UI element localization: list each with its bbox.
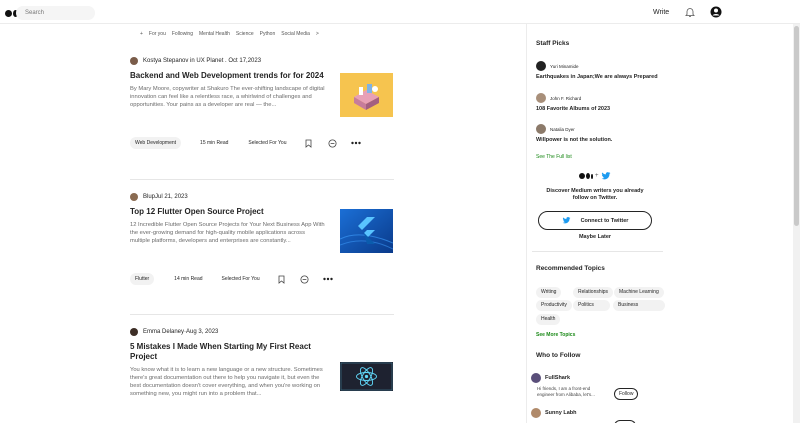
follow-name[interactable]: Sunny Labh [545,410,576,416]
author-avatar [531,373,541,383]
article-title[interactable]: 5 Mistakes I Made When Starting My First… [130,342,320,362]
twitter-icon [601,172,610,180]
article-title[interactable]: Backend and Web Development trends for f… [130,71,330,81]
tab-mental-health[interactable]: Mental Health [199,31,230,37]
article-excerpt: By Mary Moore, copywriter at Shakuro The… [130,86,325,108]
author-avatar [531,408,541,418]
user-avatar-icon[interactable] [710,6,722,18]
article-divider [130,179,394,180]
pick-title[interactable]: 108 Favorite Albums of 2023 [536,106,610,112]
write-button[interactable]: Write [653,9,669,16]
article-thumbnail[interactable] [340,362,393,391]
tab-for-you[interactable]: For you [149,31,166,37]
topic-tabs: + For you Following Mental Health Scienc… [140,31,319,37]
sidebar-divider [526,24,527,423]
article-author[interactable]: BlupJul 21, 2023 [143,194,188,200]
article-author[interactable]: Emma Delaney·Aug 3, 2023 [143,329,218,335]
connect-twitter-label: Connect to Twitter [580,217,629,224]
pick-author-name[interactable]: Natalia Dyer [550,127,575,132]
scrollbar[interactable] [793,24,800,423]
tab-following[interactable]: Following [172,31,193,37]
article-thumbnail[interactable] [340,73,393,117]
who-to-follow-heading: Who to Follow [536,352,581,359]
follow-suggestion[interactable]: Sunny Labh [531,408,576,418]
tab-next[interactable]: > [316,31,319,37]
more-icon[interactable] [322,274,333,284]
connect-twitter-button[interactable]: Connect to Twitter [538,211,652,230]
tab-social-media[interactable]: Social Media [281,31,310,37]
discover-text: Discover Medium writers you already foll… [538,188,652,202]
follow-name[interactable]: FullShark [545,375,570,381]
bookmark-icon[interactable] [304,138,314,148]
author-avatar [536,124,546,134]
pick-title[interactable]: Willpower is not the solution. [536,137,612,143]
article-divider [130,314,394,315]
pick-title[interactable]: Earthquakes in Japan;We are always Prepa… [536,74,658,80]
staff-pick[interactable]: Yuri Minamide Earthquakes in Japan;We ar… [536,61,658,80]
read-time: 15 min Read [200,140,229,146]
topic-chip[interactable]: Business [613,300,665,311]
article-title[interactable]: Top 12 Flutter Open Source Project [130,207,330,217]
follow-bio: Hi friends, I am a front-end engineer fr… [537,386,595,398]
selected-label: Selected For You [248,140,287,146]
maybe-later-button[interactable]: Maybe Later [538,234,652,240]
medium-logo-small [579,173,593,179]
bookmark-icon[interactable] [277,274,287,284]
topic-chip[interactable]: Writing [536,287,562,298]
tab-python[interactable]: Python [260,31,276,37]
staff-picks-heading: Staff Picks [536,40,570,47]
tag-chip[interactable]: Web Development [130,137,182,149]
topic-chip[interactable]: Machine Learning [614,287,664,298]
article-card[interactable]: Emma Delaney·Aug 3, 2023 5 Mistakes I Ma… [130,327,394,423]
pick-author-name[interactable]: John F. Richard [550,96,581,101]
article-actions: Flutter 14 min Read Selected For You [130,273,333,285]
topic-chip[interactable]: Health [536,314,561,325]
author-avatar [130,56,138,65]
article-meta: BlupJul 21, 2023 [130,192,394,201]
follow-bio-line-2: engineer from Alibaba, let's... [537,392,595,397]
article-excerpt: 12 Incredible Flutter Open Source Projec… [130,222,325,244]
follow-button[interactable]: Follow [614,388,639,400]
author-avatar [536,61,546,71]
tab-add[interactable]: + [140,31,143,37]
article-card[interactable]: BlupJul 21, 2023 Top 12 Flutter Open Sou… [130,192,394,282]
topic-chip[interactable]: Politics [573,300,610,311]
more-icon[interactable] [350,138,361,148]
search-placeholder: Search [25,10,45,16]
top-bar: Search Write [0,0,800,24]
article-meta: Kostya Stepanov in UX Planet . Oct 17,20… [130,56,394,65]
search-input[interactable]: Search [16,6,95,20]
discover-line-1: Discover Medium writers you already [546,188,644,194]
author-avatar [130,192,138,201]
tab-science[interactable]: Science [236,31,254,37]
staff-pick[interactable]: John F. Richard 108 Favorite Albums of 2… [536,93,610,112]
author-avatar [536,93,546,103]
selected-label: Selected For You [221,276,260,282]
article-actions: Web Development 15 min Read Selected For… [130,137,361,149]
scrollbar-thumb[interactable] [794,26,799,226]
pick-author-name[interactable]: Yuri Minamide [550,64,579,69]
article-author[interactable]: Kostya Stepanov in UX Planet . Oct 17,20… [143,58,261,64]
twitter-icon [562,217,570,224]
follow-suggestion[interactable]: FullShark Hi friends, I am a front-end e… [531,373,595,398]
show-less-icon[interactable] [300,274,310,284]
read-time: 14 min Read [174,276,203,282]
topic-chip[interactable]: Relationships [573,287,614,298]
see-full-list-link[interactable]: See The Full list [536,154,572,160]
topic-chip[interactable]: Productivity [536,300,572,311]
see-more-topics-link[interactable]: See More Topics [536,332,575,338]
staff-pick[interactable]: Natalia Dyer Willpower is not the soluti… [536,124,612,143]
article-meta: Emma Delaney·Aug 3, 2023 [130,327,394,336]
sidebar-divider-line [532,251,663,252]
discover-line-2: follow on Twitter. [572,195,618,201]
article-excerpt: You know what it is to learn a new langu… [130,367,323,397]
medium-twitter-logos: + [579,172,611,180]
bell-icon[interactable] [684,6,696,18]
recommended-topics-heading: Recommended Topics [536,265,605,272]
show-less-icon[interactable] [328,138,338,148]
tag-chip[interactable]: Flutter [130,273,155,285]
article-thumbnail[interactable] [340,209,393,253]
author-avatar [130,327,138,336]
